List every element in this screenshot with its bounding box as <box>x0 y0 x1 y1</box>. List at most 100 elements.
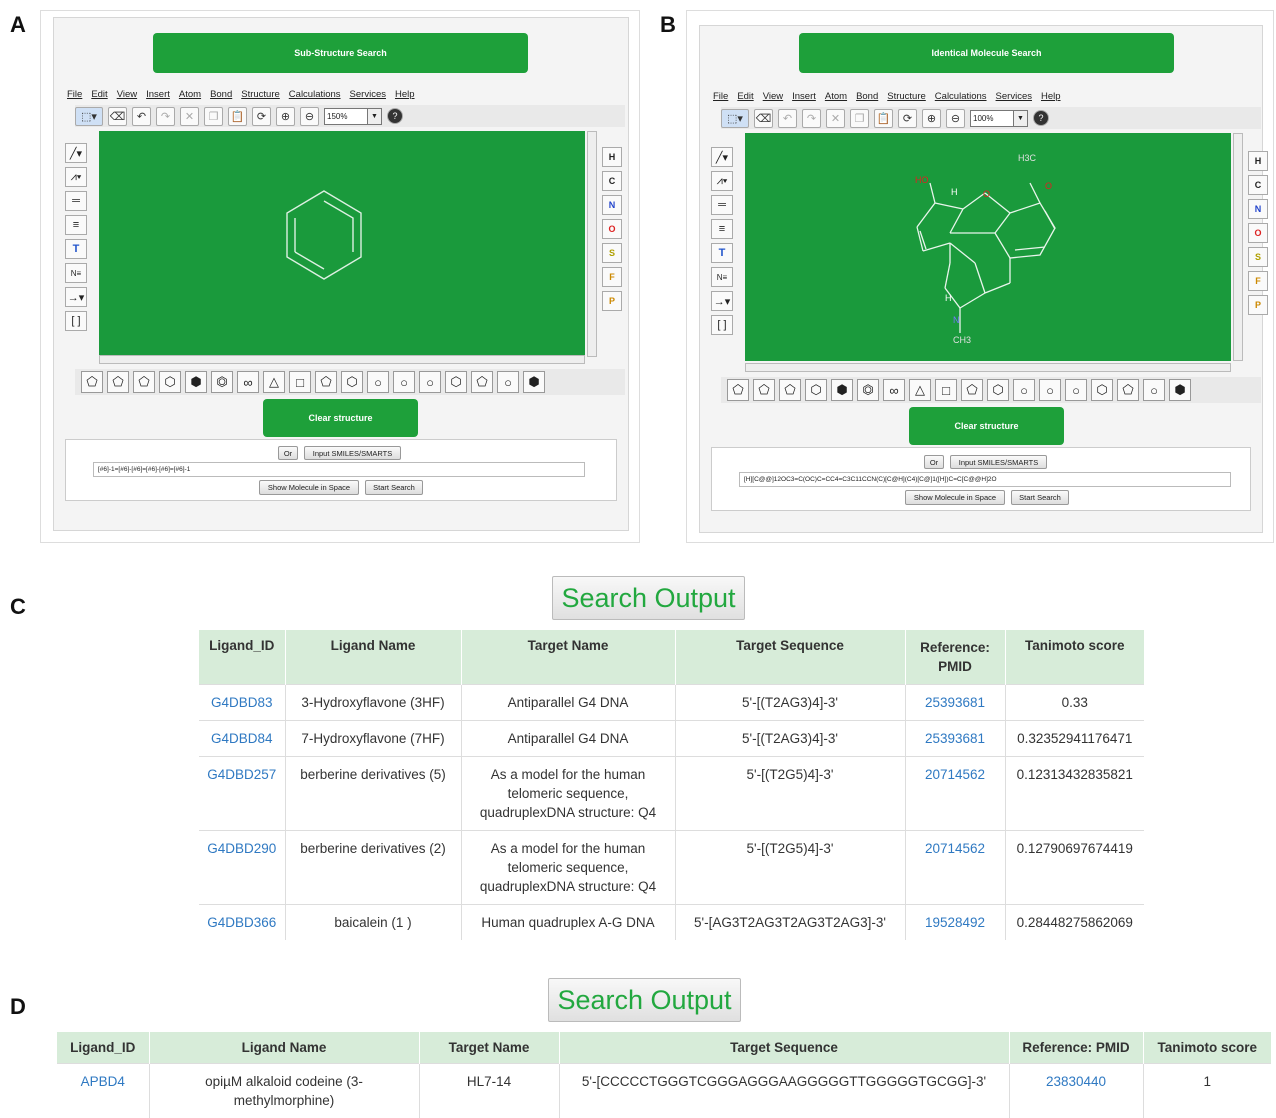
header-target-name[interactable]: Target Name <box>461 630 675 685</box>
triple-bond-icon[interactable]: ≡ <box>65 215 87 235</box>
bracket-icon[interactable]: [ ] <box>65 311 87 331</box>
element-p[interactable]: P <box>1248 295 1268 315</box>
menu-structure[interactable]: Structure <box>887 91 926 102</box>
ligand-id-link[interactable]: G4DBD257 <box>199 757 285 831</box>
redo-icon[interactable]: ↷ <box>156 107 175 126</box>
shape-square-icon[interactable]: □ <box>935 379 957 401</box>
shape-ring-icon[interactable]: ○ <box>1143 379 1165 401</box>
bracket-icon[interactable]: [ ] <box>711 315 733 335</box>
clear-structure-button[interactable]: Clear structure <box>909 407 1064 445</box>
input-smiles-button[interactable]: Input SMILES/SMARTS <box>950 455 1047 469</box>
menu-bond[interactable]: Bond <box>856 91 878 102</box>
menu-bond[interactable]: Bond <box>210 89 232 100</box>
menu-help[interactable]: Help <box>395 89 415 100</box>
element-h[interactable]: H <box>1248 151 1268 171</box>
menu-insert[interactable]: Insert <box>792 91 816 102</box>
paste-icon[interactable]: 📋 <box>874 109 893 128</box>
eraser-icon[interactable]: ⌫ <box>108 107 127 126</box>
triple-bond-icon[interactable]: ≡ <box>711 219 733 239</box>
rotate-icon[interactable]: ⟳ <box>898 109 917 128</box>
header-ligand-name[interactable]: Ligand Name <box>285 630 461 685</box>
single-bond-icon[interactable]: ╱▾ <box>65 143 87 163</box>
arrow-icon[interactable]: →▾ <box>65 287 87 307</box>
input-smiles-button[interactable]: Input SMILES/SMARTS <box>304 446 401 460</box>
shape-hexagon-icon[interactable]: ⬡ <box>445 371 467 393</box>
header-ligand-name[interactable]: Ligand Name <box>149 1032 419 1064</box>
shape-naphthalene-icon[interactable]: ∞ <box>237 371 259 393</box>
element-o[interactable]: O <box>602 219 622 239</box>
copy-icon[interactable]: ❐ <box>204 107 223 126</box>
element-n[interactable]: N <box>602 195 622 215</box>
element-p[interactable]: P <box>602 291 622 311</box>
menu-help[interactable]: Help <box>1041 91 1061 102</box>
shape-triangle-icon[interactable]: △ <box>263 371 285 393</box>
substructure-search-button[interactable]: Sub-Structure Search <box>153 33 528 73</box>
show-molecule-space-button[interactable]: Show Molecule in Space <box>905 490 1005 505</box>
cut-icon[interactable]: ✕ <box>180 107 199 126</box>
element-h[interactable]: H <box>602 147 622 167</box>
shape-pentagon-icon[interactable]: ⬠ <box>753 379 775 401</box>
menu-file[interactable]: File <box>67 89 82 100</box>
help-icon[interactable]: ? <box>1033 110 1049 126</box>
text-tool-icon[interactable]: T <box>65 239 87 259</box>
arrow-icon[interactable]: →▾ <box>711 291 733 311</box>
pmid-link[interactable]: 23830440 <box>1009 1064 1143 1118</box>
shape-hexagon-icon[interactable]: ⬡ <box>987 379 1009 401</box>
menu-atom[interactable]: Atom <box>825 91 847 102</box>
shape-hexagon-icon[interactable]: ⬢ <box>1169 379 1191 401</box>
shape-pentagon-icon[interactable]: ⬠ <box>315 371 337 393</box>
shape-ring-icon[interactable]: ○ <box>393 371 415 393</box>
element-f[interactable]: F <box>602 267 622 287</box>
ligand-id-link[interactable]: G4DBD366 <box>199 905 285 941</box>
copy-icon[interactable]: ❐ <box>850 109 869 128</box>
menu-atom[interactable]: Atom <box>179 89 201 100</box>
shape-pentagon-icon[interactable]: ⬠ <box>133 371 155 393</box>
menu-edit[interactable]: Edit <box>91 89 107 100</box>
chain-icon[interactable]: ⩘▾ <box>711 171 733 191</box>
element-s[interactable]: S <box>602 243 622 263</box>
horizontal-scrollbar-b[interactable] <box>745 363 1231 372</box>
shape-hexagon-icon[interactable]: ⬢ <box>185 371 207 393</box>
menu-view[interactable]: View <box>763 91 783 102</box>
shape-naphthalene-icon[interactable]: ∞ <box>883 379 905 401</box>
shape-hexagon-icon[interactable]: ⬡ <box>341 371 363 393</box>
element-c[interactable]: C <box>602 171 622 191</box>
shape-pentagon-icon[interactable]: ⬠ <box>779 379 801 401</box>
select-tool-icon[interactable]: ⬚▾ <box>75 107 103 126</box>
shape-hexagon-icon[interactable]: ⬢ <box>831 379 853 401</box>
zoom-select[interactable]: 150%▼ <box>324 108 382 125</box>
element-f[interactable]: F <box>1248 271 1268 291</box>
shape-hexagon-icon[interactable]: ⬡ <box>1091 379 1113 401</box>
shape-hexagon-icon[interactable]: ⬡ <box>805 379 827 401</box>
ligand-id-link[interactable]: G4DBD83 <box>199 685 285 721</box>
shape-pentagon-icon[interactable]: ⬠ <box>81 371 103 393</box>
pmid-link[interactable]: 20714562 <box>905 757 1005 831</box>
header-tanimoto-score[interactable]: Tanimoto score <box>1143 1032 1271 1064</box>
menu-calculations[interactable]: Calculations <box>935 91 987 102</box>
drawing-canvas-b[interactable]: H3C O HO H O H N CH3 <box>745 133 1231 361</box>
select-tool-icon[interactable]: ⬚▾ <box>721 109 749 128</box>
smiles-input[interactable]: [H][C@@]12OC3=C(OC)C=CC4=C3C11CCN(C)[C@H… <box>739 472 1231 487</box>
header-reference-pmid[interactable]: Reference: PMID <box>905 630 1005 685</box>
eraser-icon[interactable]: ⌫ <box>754 109 773 128</box>
double-bond-icon[interactable]: ═ <box>711 195 733 215</box>
shape-square-icon[interactable]: □ <box>289 371 311 393</box>
ligand-id-link[interactable]: APBD4 <box>57 1064 149 1118</box>
element-n[interactable]: N <box>1248 199 1268 219</box>
start-search-button[interactable]: Start Search <box>1011 490 1069 505</box>
shape-pentagon-icon[interactable]: ⬠ <box>107 371 129 393</box>
header-target-sequence[interactable]: Target Sequence <box>675 630 905 685</box>
header-ligand-id[interactable]: Ligand_ID <box>57 1032 149 1064</box>
vertical-scrollbar-b[interactable] <box>1233 133 1243 361</box>
zoom-out-icon[interactable]: ⊖ <box>300 107 319 126</box>
pmid-link[interactable]: 20714562 <box>905 831 1005 905</box>
shape-ring-icon[interactable]: ○ <box>1013 379 1035 401</box>
zoom-select[interactable]: 100%▼ <box>970 110 1028 127</box>
clear-structure-button[interactable]: Clear structure <box>263 399 418 437</box>
start-search-button[interactable]: Start Search <box>365 480 423 495</box>
menu-insert[interactable]: Insert <box>146 89 170 100</box>
shape-ring-icon[interactable]: ○ <box>497 371 519 393</box>
vertical-scrollbar-a[interactable] <box>587 131 597 357</box>
menu-calculations[interactable]: Calculations <box>289 89 341 100</box>
zoom-out-icon[interactable]: ⊖ <box>946 109 965 128</box>
